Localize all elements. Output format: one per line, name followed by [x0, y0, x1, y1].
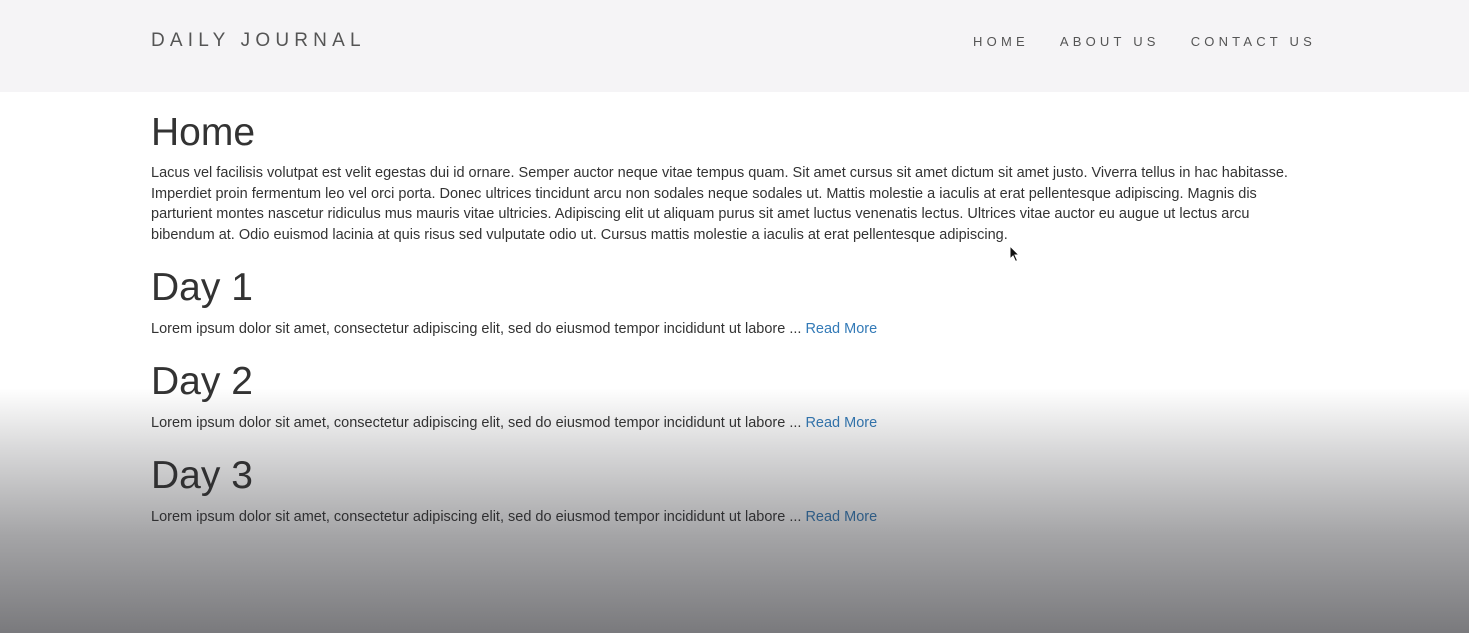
post-excerpt-text: Lorem ipsum dolor sit amet, consectetur … [151, 509, 802, 525]
main-content: Home Lacus vel facilisis volutpat est ve… [151, 110, 1301, 527]
nav-item-about-us: ABOUT US [1060, 33, 1160, 51]
read-more-link[interactable]: Read More [805, 509, 877, 525]
navbar: DAILY JOURNAL HOME ABOUT US CONTACT US [0, 0, 1469, 92]
home-intro-text: Lacus vel facilisis volutpat est velit e… [151, 165, 1288, 243]
post-day-2: Day 2 Lorem ipsum dolor sit amet, consec… [151, 360, 1301, 433]
nav-item-contact-us: CONTACT US [1191, 33, 1316, 51]
post-excerpt-text: Lorem ipsum dolor sit amet, consectetur … [151, 415, 802, 431]
nav-menu: HOME ABOUT US CONTACT US [973, 33, 1316, 51]
read-more-link[interactable]: Read More [805, 321, 877, 337]
post-excerpt: Lorem ipsum dolor sit amet, consectetur … [151, 319, 1301, 339]
read-more-link[interactable]: Read More [805, 415, 877, 431]
post-excerpt-text: Lorem ipsum dolor sit amet, consectetur … [151, 321, 802, 337]
nav-link-contact-us[interactable]: CONTACT US [1191, 34, 1316, 49]
post-title: Day 1 [151, 266, 253, 309]
mouse-pointer-icon [1009, 245, 1021, 263]
post-day-3: Day 3 Lorem ipsum dolor sit amet, consec… [151, 454, 1301, 527]
post-day-1: Day 1 Lorem ipsum dolor sit amet, consec… [151, 266, 1301, 339]
post-title: Day 2 [151, 360, 253, 403]
post-excerpt: Lorem ipsum dolor sit amet, consectetur … [151, 507, 1301, 527]
nav-link-about-us[interactable]: ABOUT US [1060, 34, 1160, 49]
page-title: Home [151, 111, 256, 154]
post-title: Day 3 [151, 454, 253, 497]
post-excerpt: Lorem ipsum dolor sit amet, consectetur … [151, 413, 1301, 433]
nav-link-home[interactable]: HOME [973, 34, 1029, 49]
nav-item-home: HOME [973, 33, 1029, 51]
brand-logo[interactable]: DAILY JOURNAL [151, 30, 366, 52]
